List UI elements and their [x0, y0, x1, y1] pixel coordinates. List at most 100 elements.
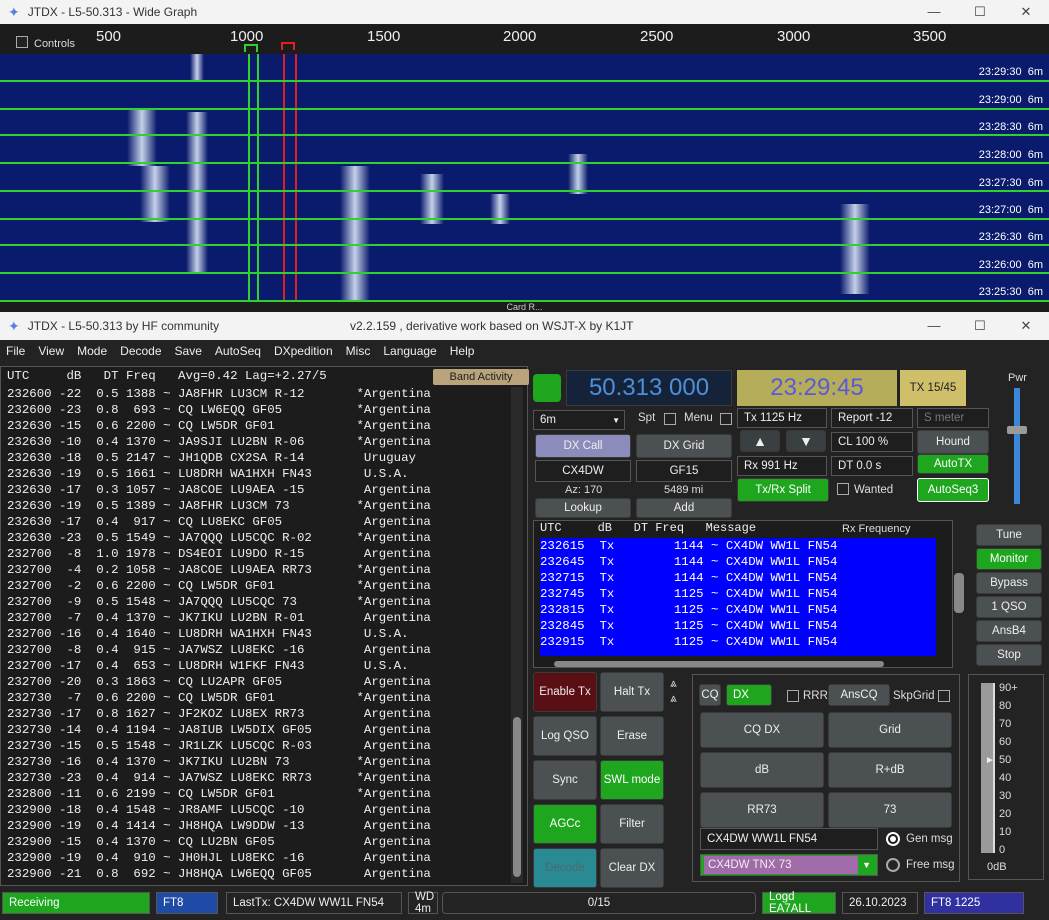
lookup-button[interactable]: Lookup: [535, 498, 631, 518]
erase-button[interactable]: Erase: [600, 716, 664, 756]
dx-grid-field[interactable]: GF15: [636, 460, 732, 482]
decode-button[interactable]: Decode: [533, 848, 597, 888]
dial-frequency[interactable]: 50.313 000: [566, 370, 732, 406]
menu-misc[interactable]: Misc: [346, 344, 371, 358]
rx-frequency-row[interactable]: 232845 Tx 1125 ~ CX4DW WW1L FN54: [540, 618, 936, 634]
rx-frequency-list[interactable]: 232615 Tx 1144 ~ CX4DW WW1L FN54 232645 T…: [540, 538, 936, 656]
band-activity-row[interactable]: 232630 -19 0.5 1389 ~ JA8FHR LU3CM 73 *A…: [7, 498, 507, 514]
band-activity-row[interactable]: 232700 -2 0.6 2200 ~ CQ LW5DR GF01 *Arge…: [7, 578, 507, 594]
autoseq3-button[interactable]: AutoSeq3: [917, 478, 989, 502]
wanted-checkbox[interactable]: [837, 483, 849, 495]
rx-list-hscrollbar[interactable]: [554, 661, 884, 667]
stop-button[interactable]: Stop: [976, 644, 1042, 666]
band-activity-row[interactable]: 232730 -16 0.4 1370 ~ JK7IKU LU2BN 73 *A…: [7, 754, 507, 770]
band-activity-list[interactable]: 232600 -22 0.5 1388 ~ JA8FHR LU3CM R-12 …: [7, 386, 507, 882]
bypass-button[interactable]: Bypass: [976, 572, 1042, 594]
cq-dx-button[interactable]: CQ DX: [700, 712, 824, 748]
dx-call-field[interactable]: CX4DW: [535, 460, 631, 482]
maximize-icon[interactable]: ☐: [957, 312, 1003, 340]
band-activity-row[interactable]: 232730 -7 0.6 2200 ~ CQ LW5DR GF01 *Arge…: [7, 690, 507, 706]
rx-frequency-row[interactable]: 232815 Tx 1125 ~ CX4DW WW1L FN54: [540, 602, 936, 618]
band-activity-row[interactable]: 232700 -9 0.5 1548 ~ JA7QQQ LU5CQC 73 *A…: [7, 594, 507, 610]
rx-freq-spinbox[interactable]: Rx 991 Hz: [737, 456, 827, 476]
hound-button[interactable]: Hound: [917, 430, 989, 454]
dx-toggle[interactable]: DX: [726, 684, 772, 706]
rx-frequency-panel[interactable]: UTC dB DT Freq Message Rx Frequency 2326…: [533, 520, 964, 668]
frequency-scale[interactable]: Controls 500 1000 1500 2000 2500 3000 35…: [0, 24, 1049, 54]
tx-rx-split-button[interactable]: Tx/Rx Split: [737, 478, 829, 502]
rx-marker[interactable]: [244, 44, 258, 52]
menu-decode[interactable]: Decode: [120, 344, 161, 358]
band-activity-row[interactable]: 232900 -19 0.4 910 ~ JH0HJL LU8EKC -16 A…: [7, 850, 507, 866]
band-activity-row[interactable]: 232900 -15 0.4 1370 ~ CQ LU2BN GF05 Arge…: [7, 834, 507, 850]
minimize-icon[interactable]: —: [911, 0, 957, 24]
band-activity-scrollbar[interactable]: [511, 387, 523, 883]
tune-button[interactable]: Tune: [976, 524, 1042, 546]
menu-help[interactable]: Help: [450, 344, 475, 358]
menu-view[interactable]: View: [38, 344, 64, 358]
rx-list-scrollbar[interactable]: [954, 573, 964, 613]
minimize-icon[interactable]: —: [911, 312, 957, 340]
dt-spinbox[interactable]: DT 0.0 s: [831, 456, 913, 476]
cl-spinbox[interactable]: CL 100 %: [831, 432, 913, 452]
rr73-button[interactable]: RR73: [700, 792, 824, 828]
grid-button[interactable]: Grid: [828, 712, 952, 748]
band-activity-row[interactable]: 232730 -14 0.4 1194 ~ JA8IUB LW5DIX GF05…: [7, 722, 507, 738]
pwr-slider-handle[interactable]: [1007, 426, 1027, 434]
band-activity-row[interactable]: 232630 -17 0.4 917 ~ CQ LU8EKC GF05 Arge…: [7, 514, 507, 530]
r-db-button[interactable]: R+dB: [828, 752, 952, 788]
anscq-button[interactable]: AnsCQ: [828, 684, 890, 706]
s-meter-field[interactable]: S meter: [917, 408, 989, 428]
band-activity-row[interactable]: 232700 -4 0.2 1058 ~ JA8COE LU9AEA RR73 …: [7, 562, 507, 578]
band-activity-row[interactable]: 232900 -21 0.8 692 ~ JH8HQA LW6EQQ GF05 …: [7, 866, 507, 882]
gen-msg-field[interactable]: CX4DW WW1L FN54: [700, 828, 878, 850]
down-arrow-button[interactable]: ▼: [786, 430, 826, 452]
rx-frequency-row[interactable]: 232645 Tx 1144 ~ CX4DW WW1L FN54: [540, 554, 936, 570]
sync-button[interactable]: Sync: [533, 760, 597, 800]
swl-mode-button[interactable]: SWL mode: [600, 760, 664, 800]
rx-frequency-row[interactable]: 232915 Tx 1125 ~ CX4DW WW1L FN54: [540, 634, 936, 650]
controls-checkbox[interactable]: [16, 36, 28, 48]
rrr-checkbox[interactable]: [787, 690, 799, 702]
menu-file[interactable]: File: [6, 344, 25, 358]
band-activity-row[interactable]: 232630 -18 0.5 2147 ~ JH1QDB CX2SA R-14 …: [7, 450, 507, 466]
tx-freq-spinbox[interactable]: Tx 1125 Hz: [737, 408, 827, 428]
ansb4-button[interactable]: AnsB4: [976, 620, 1042, 642]
band-activity-row[interactable]: 232630 -15 0.6 2200 ~ CQ LW5DR GF01 *Arg…: [7, 418, 507, 434]
band-activity-row[interactable]: 232600 -22 0.5 1388 ~ JA8FHR LU3CM R-12 …: [7, 386, 507, 402]
tx-marker[interactable]: [281, 42, 295, 50]
clear-dx-button[interactable]: Clear DX: [600, 848, 664, 888]
band-activity-row[interactable]: 232630 -17 0.3 1057 ~ JA8COE LU9AEA -15 …: [7, 482, 507, 498]
band-activity-row[interactable]: 232700 -8 1.0 1978 ~ DS4EOI LU9DO R-15 A…: [7, 546, 507, 562]
menu-language[interactable]: Language: [383, 344, 436, 358]
band-activity-row[interactable]: 232730 -23 0.4 914 ~ JA7WSZ LU8EKC RR73 …: [7, 770, 507, 786]
band-activity-row[interactable]: 232730 -17 0.8 1627 ~ JF2KOZ LU8EX RR73 …: [7, 706, 507, 722]
autotx-button[interactable]: AutoTX: [917, 454, 989, 474]
skpgrid-checkbox[interactable]: [938, 690, 950, 702]
up-arrow-button[interactable]: ▲: [740, 430, 780, 452]
band-activity-panel[interactable]: UTC dB DT Freq Avg=0.42 Lag=+2.27/5 Band…: [0, 366, 529, 886]
band-activity-row[interactable]: 232700 -16 0.4 1640 ~ LU8DRH WA1HXH FN43…: [7, 626, 507, 642]
log-qso-button[interactable]: Log QSO: [533, 716, 597, 756]
menu-mode[interactable]: Mode: [77, 344, 107, 358]
tx-period-button[interactable]: TX 15/45: [900, 370, 966, 406]
gen-msg-radio[interactable]: [886, 832, 900, 846]
band-activity-row[interactable]: 232900 -18 0.4 1548 ~ JR8AMF LU5CQC -10 …: [7, 802, 507, 818]
73-button[interactable]: 73: [828, 792, 952, 828]
close-icon[interactable]: ✕: [1003, 0, 1049, 24]
band-activity-row[interactable]: 232700 -7 0.4 1370 ~ JK7IKU LU2BN R-01 A…: [7, 610, 507, 626]
free-msg-radio[interactable]: [886, 858, 900, 872]
maximize-icon[interactable]: ☐: [957, 0, 1003, 24]
band-activity-row[interactable]: 232730 -15 0.5 1548 ~ JR1LZK LU5CQC R-03…: [7, 738, 507, 754]
band-activity-row[interactable]: 232600 -23 0.8 693 ~ CQ LW6EQQ GF05 *Arg…: [7, 402, 507, 418]
band-activity-row[interactable]: 232700 -8 0.4 915 ~ JA7WSZ LU8EKC -16 Ar…: [7, 642, 507, 658]
report-spinbox[interactable]: Report -12: [831, 408, 913, 428]
band-activity-row[interactable]: 232630 -19 0.5 1661 ~ LU8DRH WA1HXH FN43…: [7, 466, 507, 482]
menu-dxpedition[interactable]: DXpedition: [274, 344, 333, 358]
band-activity-row[interactable]: 232700 -17 0.4 653 ~ LU8DRH W1FKF FN43 U…: [7, 658, 507, 674]
one-qso-button[interactable]: 1 QSO: [976, 596, 1042, 618]
db-button[interactable]: dB: [700, 752, 824, 788]
band-activity-row[interactable]: 232700 -20 0.3 1863 ~ CQ LU2APR GF05 Arg…: [7, 674, 507, 690]
band-select[interactable]: 6m ▼: [533, 410, 625, 430]
agcc-button[interactable]: AGCc: [533, 804, 597, 844]
